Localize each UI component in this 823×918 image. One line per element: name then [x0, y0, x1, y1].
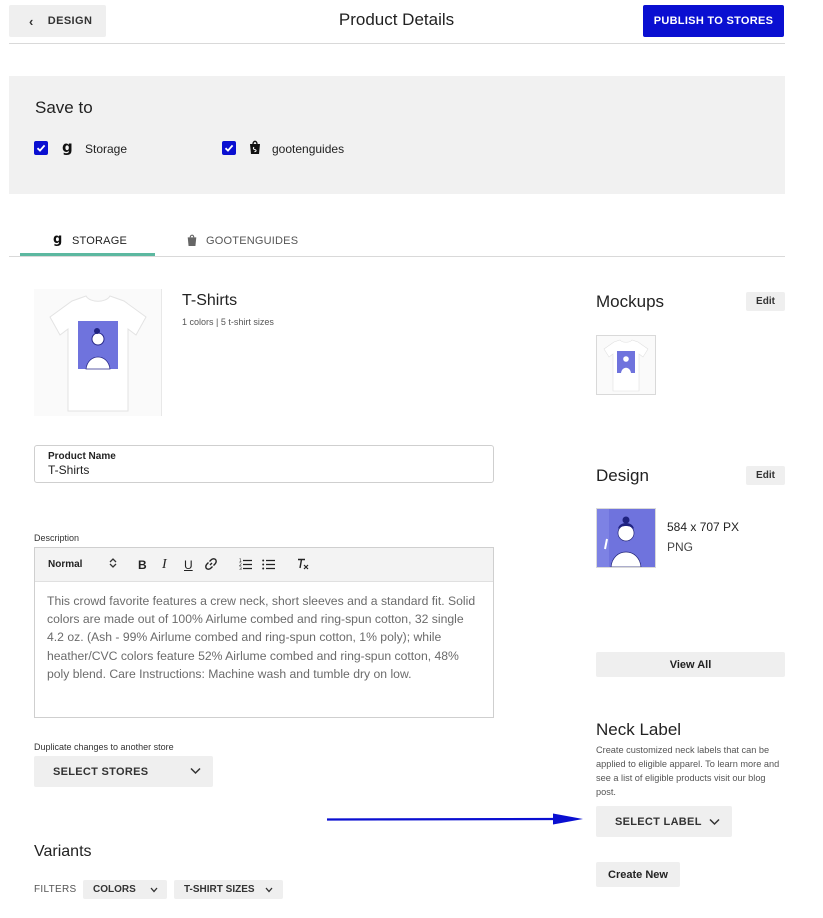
svg-text:g: g [62, 139, 73, 156]
shopify-bag-icon [248, 139, 262, 160]
format-select-arrows-icon[interactable] [109, 557, 117, 572]
gooten-g-icon: g [53, 232, 64, 250]
store-label-storage: Storage [85, 142, 128, 156]
design-thumbnail[interactable] [596, 508, 656, 568]
product-subtitle: 1 colors | 5 t-shirt sizes [182, 317, 274, 327]
select-stores-label: SELECT STORES [53, 765, 149, 778]
shopify-bag-icon [186, 233, 198, 250]
tab-storage[interactable]: g STORAGE [53, 226, 127, 256]
publish-to-stores-button[interactable]: PUBLISH TO STORES [643, 5, 784, 37]
chevron-down-icon [190, 767, 201, 775]
product-image [34, 289, 162, 416]
active-tab-indicator [20, 253, 155, 256]
checkmark-icon [36, 144, 46, 152]
product-name-field[interactable]: Product Name T-Shirts [34, 445, 494, 483]
save-to-title: Save to [35, 98, 93, 117]
description-editor[interactable]: Normal B I U 123 This crowd favorite fea… [34, 547, 494, 718]
product-name-value[interactable]: T-Shirts [48, 463, 480, 477]
product-title: T-Shirts [182, 292, 238, 309]
ordered-list-icon[interactable]: 123 [239, 558, 252, 573]
select-stores-dropdown[interactable]: SELECT STORES [34, 756, 213, 787]
select-label-dropdown[interactable]: SELECT LABEL [596, 806, 732, 837]
neck-label-title: Neck Label [596, 720, 682, 739]
design-edit-button[interactable]: Edit [746, 466, 785, 485]
svg-text:3: 3 [239, 566, 242, 570]
store-label-gootenguides: gootenguides [272, 142, 345, 156]
tab-divider [9, 256, 785, 257]
chevron-down-icon [265, 887, 273, 893]
neck-label-description: Create customized neck labels that can b… [596, 745, 780, 797]
select-label-text: SELECT LABEL [615, 815, 702, 828]
filters-label: FILTERS [34, 884, 77, 895]
chevron-down-icon [150, 887, 158, 893]
bullet-list-icon[interactable] [262, 558, 275, 573]
header-divider [9, 43, 785, 44]
svg-text:g: g [53, 232, 63, 247]
tab-label: GOOTENGUIDES [206, 235, 299, 247]
design-dimensions: 584 x 707 PX [667, 520, 740, 534]
storage-checkbox[interactable] [34, 141, 48, 155]
tab-gootenguides[interactable]: GOOTENGUIDES [186, 226, 298, 256]
tab-label: STORAGE [72, 235, 127, 247]
description-text[interactable]: This crowd favorite features a crew neck… [35, 582, 493, 693]
filter-chip-label: T-SHIRT SIZES [184, 884, 255, 895]
filter-colors-dropdown[interactable]: COLORS [83, 880, 167, 899]
italic-icon[interactable]: I [162, 557, 167, 573]
link-icon[interactable] [204, 557, 218, 574]
checkmark-icon [224, 144, 234, 152]
format-select[interactable]: Normal [48, 559, 82, 570]
annotation-arrow-icon [325, 812, 587, 831]
mockups-edit-button[interactable]: Edit [746, 292, 785, 311]
view-all-button[interactable]: View All [596, 652, 785, 677]
filter-tshirt-sizes-dropdown[interactable]: T-SHIRT SIZES [174, 880, 283, 899]
product-name-label: Product Name [48, 451, 116, 462]
filter-chip-label: COLORS [93, 884, 136, 895]
gootenguides-checkbox[interactable] [222, 141, 236, 155]
duplicate-changes-label: Duplicate changes to another store [34, 742, 174, 752]
clear-format-icon[interactable] [296, 557, 310, 574]
mockup-thumbnail[interactable] [596, 335, 656, 395]
mockups-title: Mockups [596, 292, 665, 311]
design-format: PNG [667, 540, 694, 554]
create-new-label-button[interactable]: Create New [596, 862, 680, 887]
design-title: Design [596, 466, 649, 485]
bold-icon[interactable]: B [138, 558, 147, 572]
editor-toolbar: Normal B I U 123 [35, 548, 493, 582]
variants-title: Variants [34, 843, 92, 860]
gooten-g-icon: g [61, 138, 75, 161]
save-to-panel [9, 76, 785, 194]
underline-icon[interactable]: U [184, 558, 193, 572]
description-label: Description [34, 533, 80, 543]
chevron-down-icon [709, 818, 720, 826]
